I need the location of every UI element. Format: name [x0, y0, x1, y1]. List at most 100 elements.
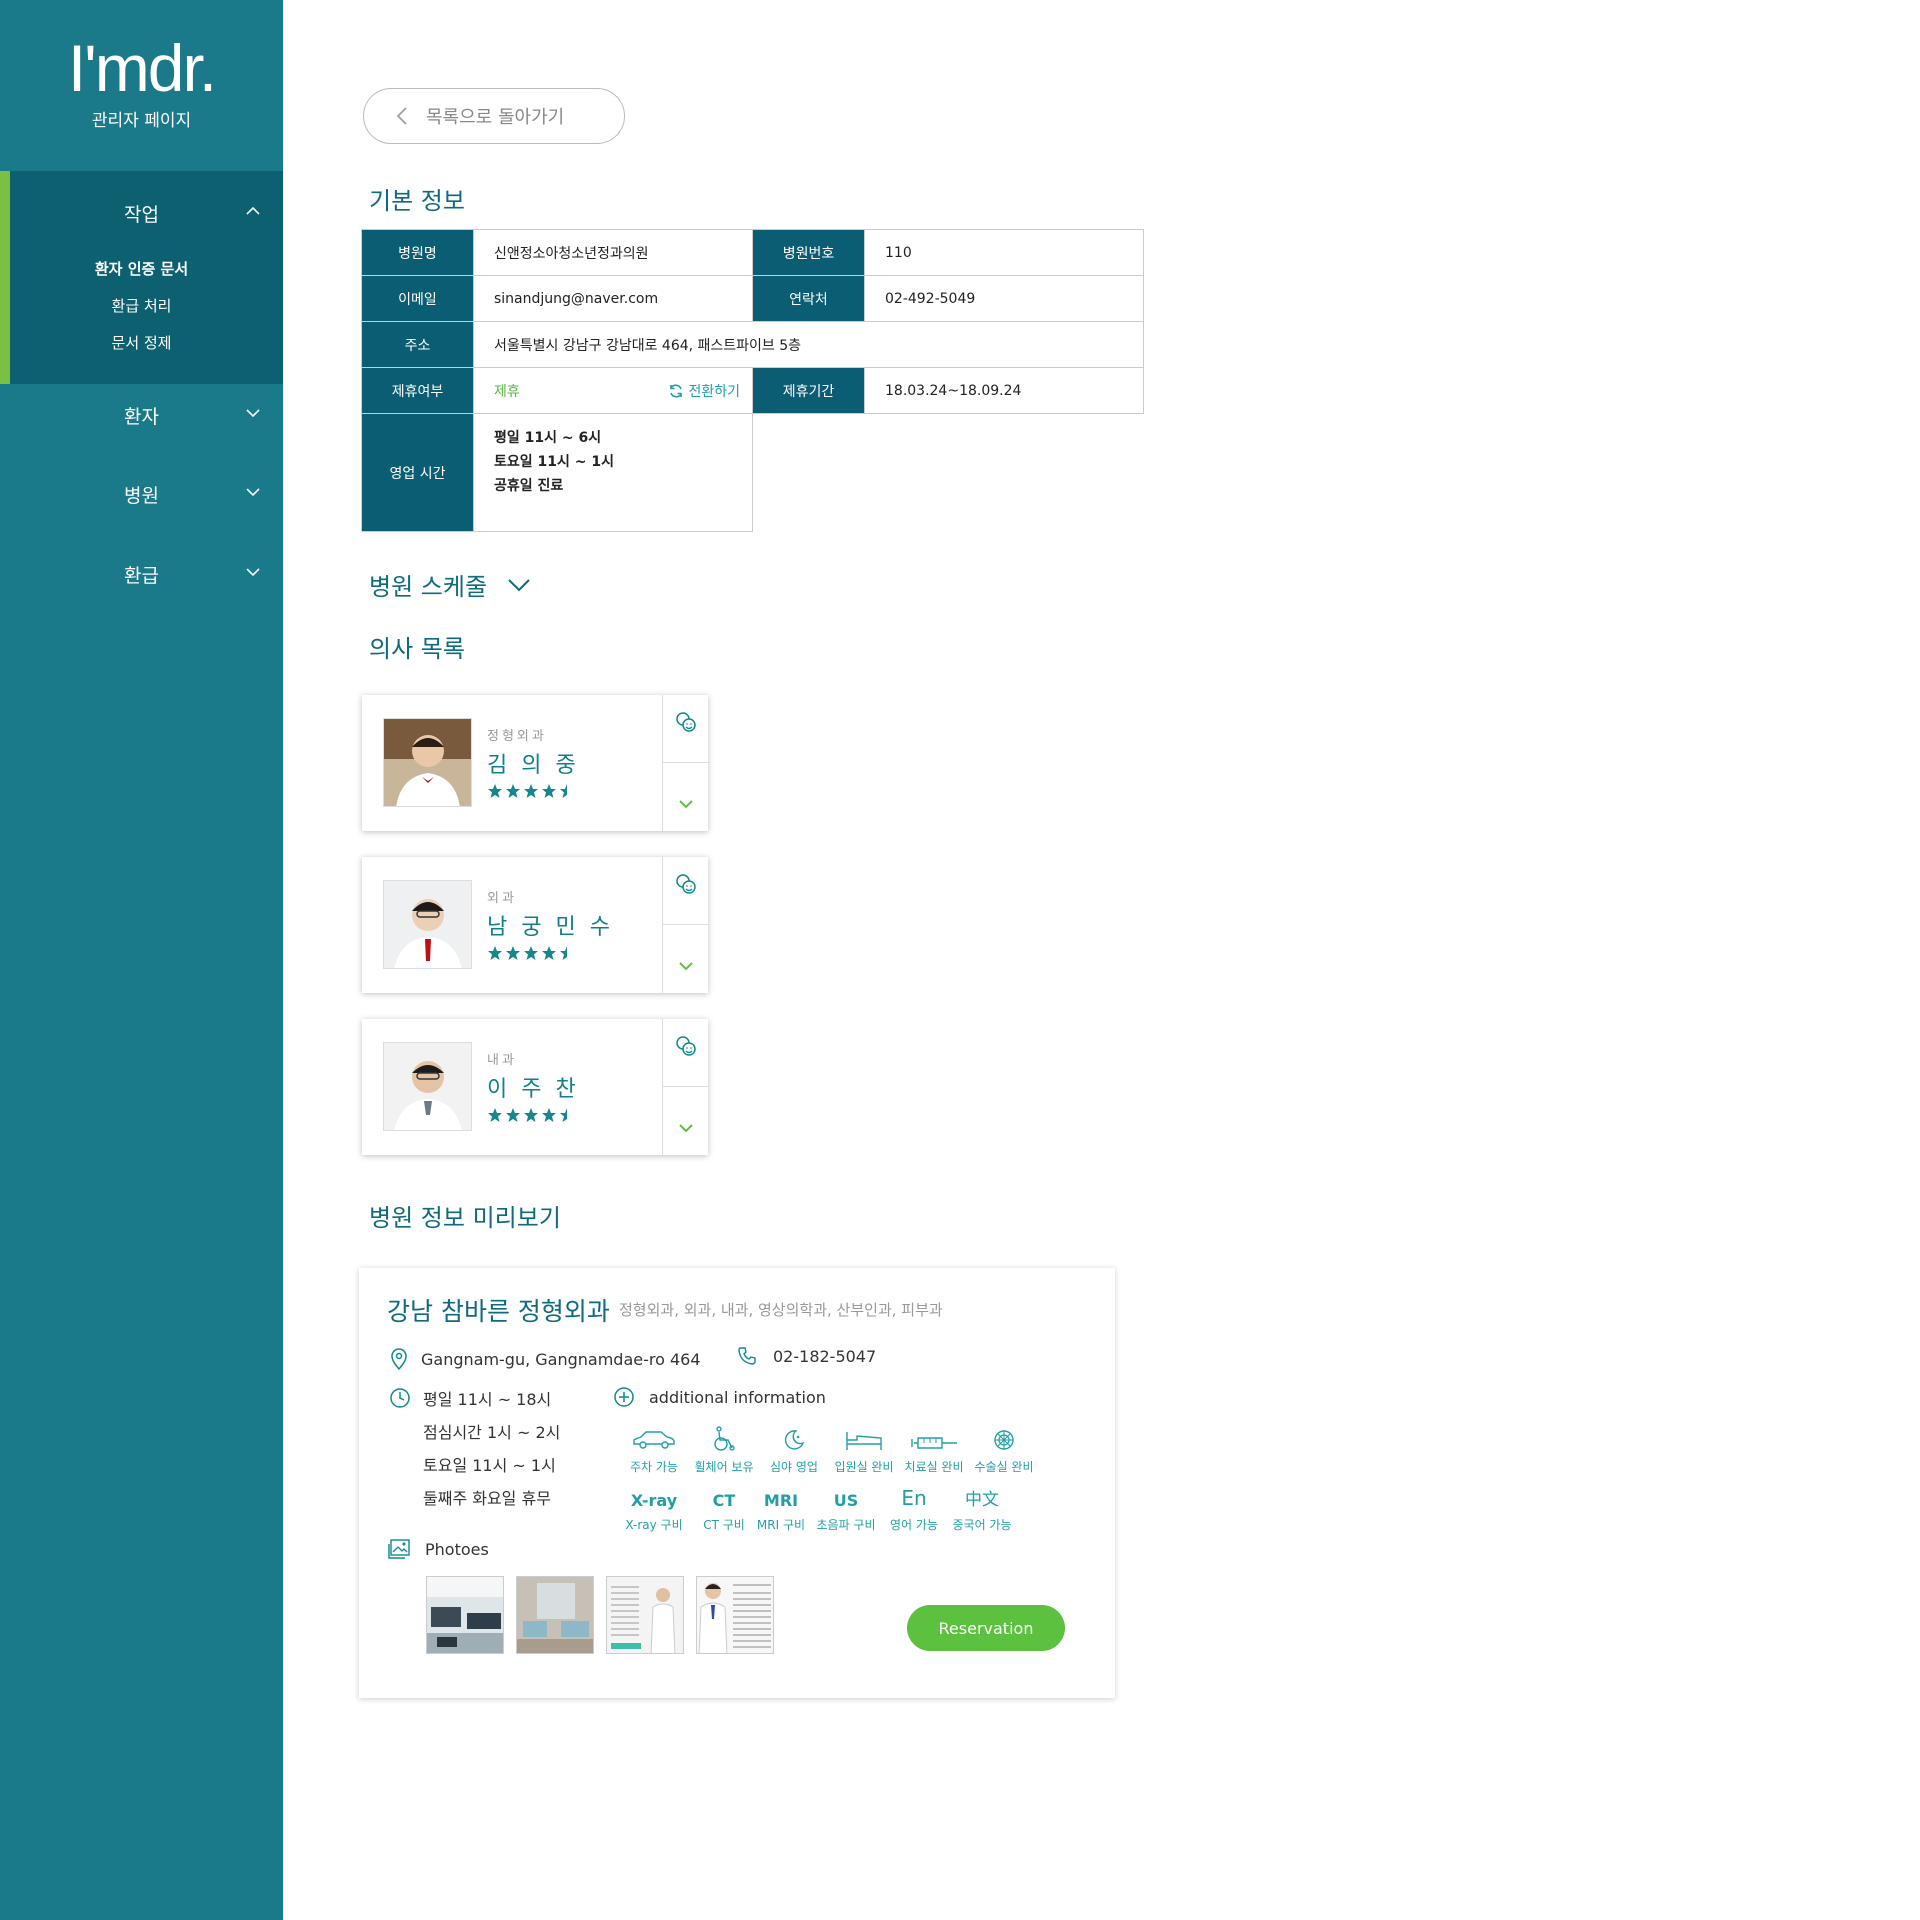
empty-cell — [753, 414, 1144, 532]
back-label: 목록으로 돌아가기 — [426, 107, 565, 128]
star-icon — [524, 946, 538, 960]
english-icon: En — [901, 1486, 927, 1510]
hospital-preview-card: 강남 참바른 정형외과 정형외과, 외과, 내과, 영상의학과, 산부인과, 피… — [359, 1268, 1115, 1698]
doctor-card[interactable]: 외과 남궁민수 — [362, 857, 709, 993]
submenu-patient-docs[interactable]: 환자 인증 문서 — [0, 258, 283, 279]
doctor-actions — [662, 857, 709, 993]
phone-icon — [738, 1347, 756, 1365]
main-content: 목록으로 돌아가기 기본 정보 병원명 신앤정소아청소년정과의원 병원번호 11… — [283, 0, 1920, 1920]
chevron-down-icon — [679, 961, 693, 970]
wheelchair-icon — [714, 1426, 735, 1451]
preview-hours-line: 둘째주 화요일 휴무 — [423, 1489, 551, 1508]
submenu-refund-process[interactable]: 환급 처리 — [0, 295, 283, 316]
address-label: 주소 — [361, 321, 474, 368]
doctor-list-title: 의사 목록 — [369, 635, 465, 663]
car-icon — [633, 1431, 675, 1449]
email-label: 이메일 — [361, 275, 474, 322]
additional-info-row[interactable]: additional information — [613, 1386, 826, 1408]
additional-info-label: additional information — [649, 1387, 826, 1407]
star-icon — [560, 784, 574, 798]
star-icon — [524, 1108, 538, 1122]
star-icon — [524, 784, 538, 798]
switch-label: 전환하기 — [688, 383, 740, 400]
feature-inpatient: 입원실 완비 — [829, 1422, 899, 1475]
star-icon — [506, 1108, 520, 1122]
reservation-button[interactable]: Reservation — [907, 1605, 1065, 1651]
back-to-list-button[interactable]: 목록으로 돌아가기 — [363, 88, 625, 144]
doctor-name: 김의중 — [487, 753, 590, 778]
hours-label: 영업 시간 — [361, 413, 474, 532]
surgery-light-icon — [994, 1430, 1014, 1450]
feature-night: 심야 영업 — [759, 1422, 829, 1475]
address-value: 서울특별시 강남구 강남대로 464, 패스트파이브 5층 — [473, 321, 1144, 368]
submenu-doc-cleanup[interactable]: 문서 정제 — [0, 332, 283, 353]
moon-icon — [784, 1430, 805, 1450]
photo-thumbnail[interactable] — [696, 1576, 774, 1654]
star-icon — [542, 1108, 556, 1122]
equipment-label: X-ray 구비 — [625, 1518, 683, 1532]
photo-thumbnail[interactable] — [606, 1576, 684, 1654]
feature-treatment: 치료실 완비 — [899, 1422, 969, 1475]
email-value: sinandjung@naver.com — [473, 275, 753, 322]
star-icon — [542, 946, 556, 960]
equipment-us: US 초음파 구비 — [811, 1480, 881, 1533]
refresh-icon — [670, 383, 683, 398]
chevron-left-icon — [396, 107, 407, 125]
chevron-down-icon — [679, 799, 693, 808]
feature-label: 수술실 완비 — [974, 1460, 1034, 1474]
feature-label: 입원실 완비 — [834, 1460, 894, 1474]
logo[interactable]: I'mdr. 관리자 페이지 — [0, 30, 283, 131]
equipment-xray: X-ray X-ray 구비 — [619, 1480, 689, 1533]
expand-button[interactable] — [663, 925, 709, 993]
doctor-card[interactable]: 정형외과 김의중 — [362, 695, 709, 831]
partner-label: 제휴여부 — [361, 367, 474, 414]
location-pin-icon — [391, 1348, 407, 1370]
hours-line: 토요일 11시 ~ 1시 — [494, 454, 614, 470]
chevron-down-icon — [246, 409, 260, 418]
star-icon — [542, 784, 556, 798]
hospital-no-label: 병원번호 — [752, 229, 865, 276]
basic-info-title: 기본 정보 — [369, 187, 465, 215]
photo-thumbnail[interactable] — [516, 1576, 594, 1654]
equipment-label: 중국어 가능 — [952, 1518, 1012, 1532]
hospital-name-label: 병원명 — [361, 229, 474, 276]
plus-circle-icon — [614, 1387, 634, 1407]
photo-thumbnail[interactable] — [426, 1576, 504, 1654]
review-button[interactable] — [663, 695, 709, 763]
preview-title: 병원 정보 미리보기 — [369, 1204, 561, 1232]
equipment-chinese: 中文 중국어 가능 — [947, 1480, 1017, 1533]
expand-button[interactable] — [663, 763, 709, 831]
photo-icon — [388, 1539, 410, 1559]
preview-hours-line: 점심시간 1시 ~ 2시 — [423, 1423, 561, 1442]
hours-line: 공휴일 진료 — [494, 478, 564, 494]
chevron-down-icon — [508, 578, 530, 591]
chevron-down-icon — [246, 568, 260, 577]
mri-icon: MRI — [763, 1491, 799, 1510]
faces-icon — [676, 873, 696, 894]
doctor-actions — [662, 695, 709, 831]
doctor-dept: 내과 — [487, 1053, 517, 1068]
partner-cell: 제휴 전환하기 — [473, 367, 753, 414]
star-icon — [488, 784, 502, 798]
feature-label: 휠체어 보유 — [694, 1460, 754, 1474]
clock-icon — [390, 1388, 410, 1408]
feature-label: 치료실 완비 — [904, 1460, 964, 1474]
hospital-schedule-toggle[interactable]: 병원 스케줄 — [369, 567, 531, 602]
review-button[interactable] — [663, 1019, 709, 1087]
syringe-icon — [911, 1437, 957, 1449]
star-icon — [560, 1108, 574, 1122]
doctor-photo — [383, 1042, 472, 1131]
photos-row: Photoes — [387, 1538, 489, 1560]
review-button[interactable] — [663, 857, 709, 925]
rating-stars — [487, 1107, 575, 1123]
switch-partner-button[interactable]: 전환하기 — [668, 381, 740, 401]
preview-phone: 02-182-5047 — [773, 1346, 877, 1366]
feature-parking: 주차 가능 — [619, 1422, 689, 1475]
doctor-card[interactable]: 내과 이주찬 — [362, 1019, 709, 1155]
preview-hours-row: 평일 11시 ~ 18시 — [389, 1386, 551, 1410]
partner-status: 제휴 — [494, 383, 520, 400]
chevron-down-icon — [246, 488, 260, 497]
expand-button[interactable] — [663, 1087, 709, 1155]
preview-hours-line: 토요일 11시 ~ 1시 — [423, 1456, 556, 1475]
doctor-name: 이주찬 — [487, 1077, 590, 1102]
